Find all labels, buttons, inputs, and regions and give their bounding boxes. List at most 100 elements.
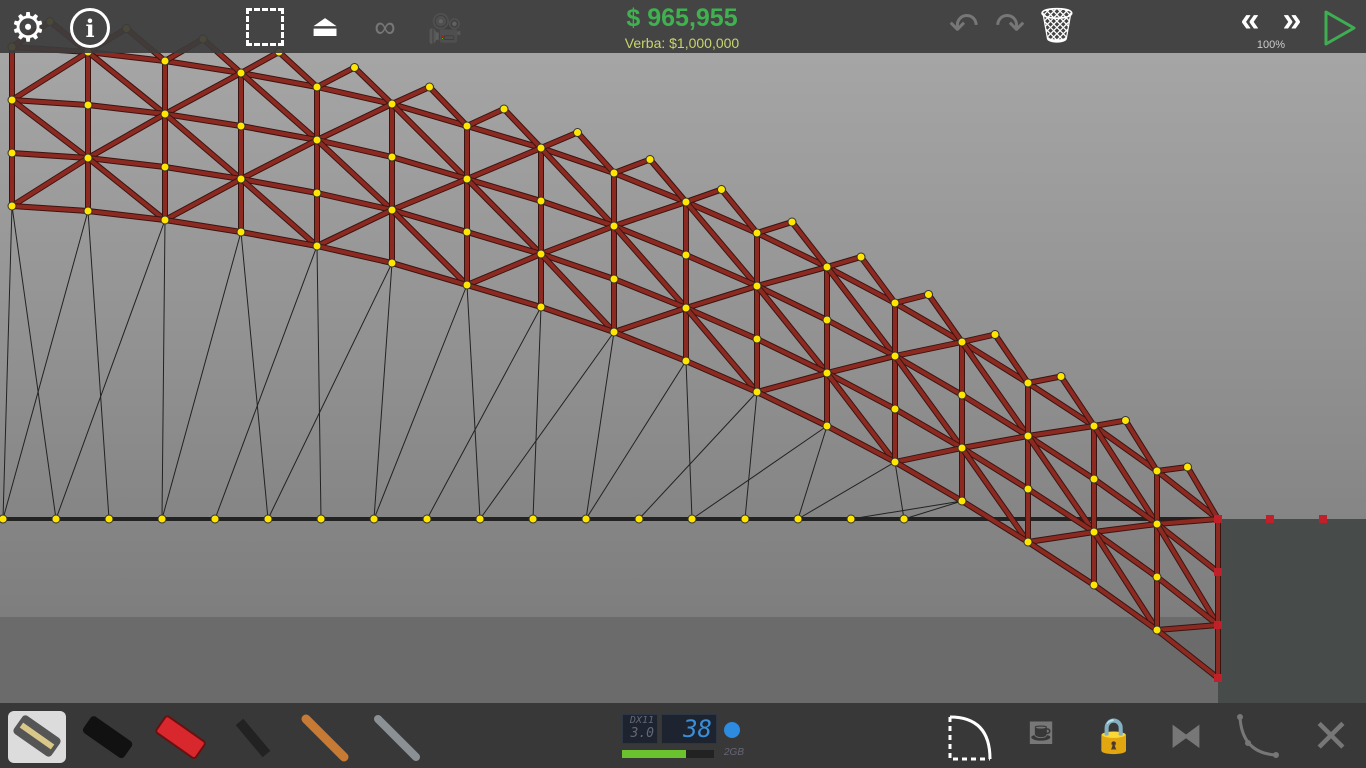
beam[interactable] [960,340,1030,438]
play-icon[interactable] [1322,8,1358,48]
node[interactable] [536,196,546,206]
beam[interactable] [1155,623,1220,632]
game-scene[interactable] [0,0,1366,768]
beam[interactable] [612,157,652,175]
camera-icon[interactable]: 🎥 [420,8,470,48]
rope-material-icon[interactable] [298,711,352,765]
node[interactable] [104,514,114,524]
beam[interactable] [315,102,394,142]
cable[interactable] [2,210,89,520]
node[interactable] [645,155,655,164]
node[interactable] [7,148,17,158]
node[interactable] [890,351,900,361]
beam[interactable] [1155,628,1220,680]
node[interactable] [609,221,619,231]
node[interactable] [83,153,93,163]
cable[interactable] [685,360,693,520]
beam[interactable] [1026,424,1096,438]
node[interactable] [609,327,619,337]
anchor[interactable] [1266,515,1274,523]
node[interactable] [425,82,434,92]
cable[interactable] [532,306,542,520]
cable[interactable] [585,360,687,520]
beam[interactable] [755,284,829,375]
node[interactable] [752,228,762,238]
node[interactable] [890,298,900,308]
node[interactable] [160,109,170,119]
beam[interactable] [163,218,243,234]
beam[interactable] [465,107,506,128]
beam[interactable] [612,200,688,228]
cable[interactable] [240,231,269,520]
beam[interactable] [10,50,90,102]
node[interactable] [681,250,691,260]
node[interactable] [822,368,832,378]
node[interactable] [387,99,397,109]
node[interactable] [462,227,472,237]
node[interactable] [369,514,379,524]
node[interactable] [687,514,697,524]
gear-icon[interactable]: ⚙ [6,6,50,50]
beam[interactable] [239,138,319,181]
beam[interactable] [163,177,243,222]
info-icon[interactable]: i [70,8,110,48]
beam[interactable] [315,244,394,265]
node[interactable] [822,421,832,431]
node[interactable] [681,356,691,366]
beam[interactable] [755,371,829,394]
node[interactable] [957,390,967,400]
beam[interactable] [1092,424,1159,526]
node[interactable] [890,457,900,467]
node[interactable] [1089,474,1099,484]
cable[interactable] [479,331,615,520]
node[interactable] [160,56,170,66]
beam[interactable] [960,446,1030,491]
undo-icon[interactable]: ↶ [944,5,984,46]
select-box-icon[interactable] [246,8,284,46]
cable-material-icon[interactable] [370,711,424,765]
cable[interactable] [87,210,110,520]
node[interactable] [1152,572,1162,582]
node[interactable] [1152,625,1162,635]
redo-icon[interactable]: ↷ [990,5,1030,46]
cable[interactable] [316,245,322,520]
beam[interactable] [1092,424,1159,473]
node[interactable] [957,496,967,506]
beam[interactable] [1092,530,1159,579]
node[interactable] [609,168,619,178]
beam[interactable] [390,177,469,212]
node[interactable] [83,100,93,110]
node[interactable] [462,121,472,131]
beam[interactable] [960,393,1030,438]
beam[interactable] [10,156,90,208]
node[interactable] [157,514,167,524]
node[interactable] [312,135,322,145]
beam[interactable] [825,265,897,358]
beam[interactable] [825,371,897,464]
node[interactable] [236,68,246,78]
lock-icon[interactable]: 🔒 [1092,713,1136,759]
node[interactable] [83,206,93,216]
cable[interactable] [11,205,57,520]
beam[interactable] [239,50,281,75]
road-material-icon[interactable] [6,709,68,765]
beam[interactable] [825,255,863,269]
node[interactable] [1089,527,1099,537]
node[interactable] [856,252,866,262]
node[interactable] [51,514,61,524]
beam[interactable] [86,112,167,160]
beam[interactable] [893,407,964,450]
beam[interactable] [10,204,90,213]
beam[interactable] [315,65,357,89]
node[interactable] [536,302,546,312]
beam[interactable] [1155,522,1220,574]
node[interactable] [499,104,509,114]
node[interactable] [1023,378,1033,388]
node[interactable] [1089,580,1099,590]
node[interactable] [316,514,326,524]
beam[interactable] [684,187,724,204]
node[interactable] [822,262,832,272]
node[interactable] [1183,462,1192,472]
steel-material-icon[interactable] [226,711,280,765]
cable[interactable] [426,306,542,520]
